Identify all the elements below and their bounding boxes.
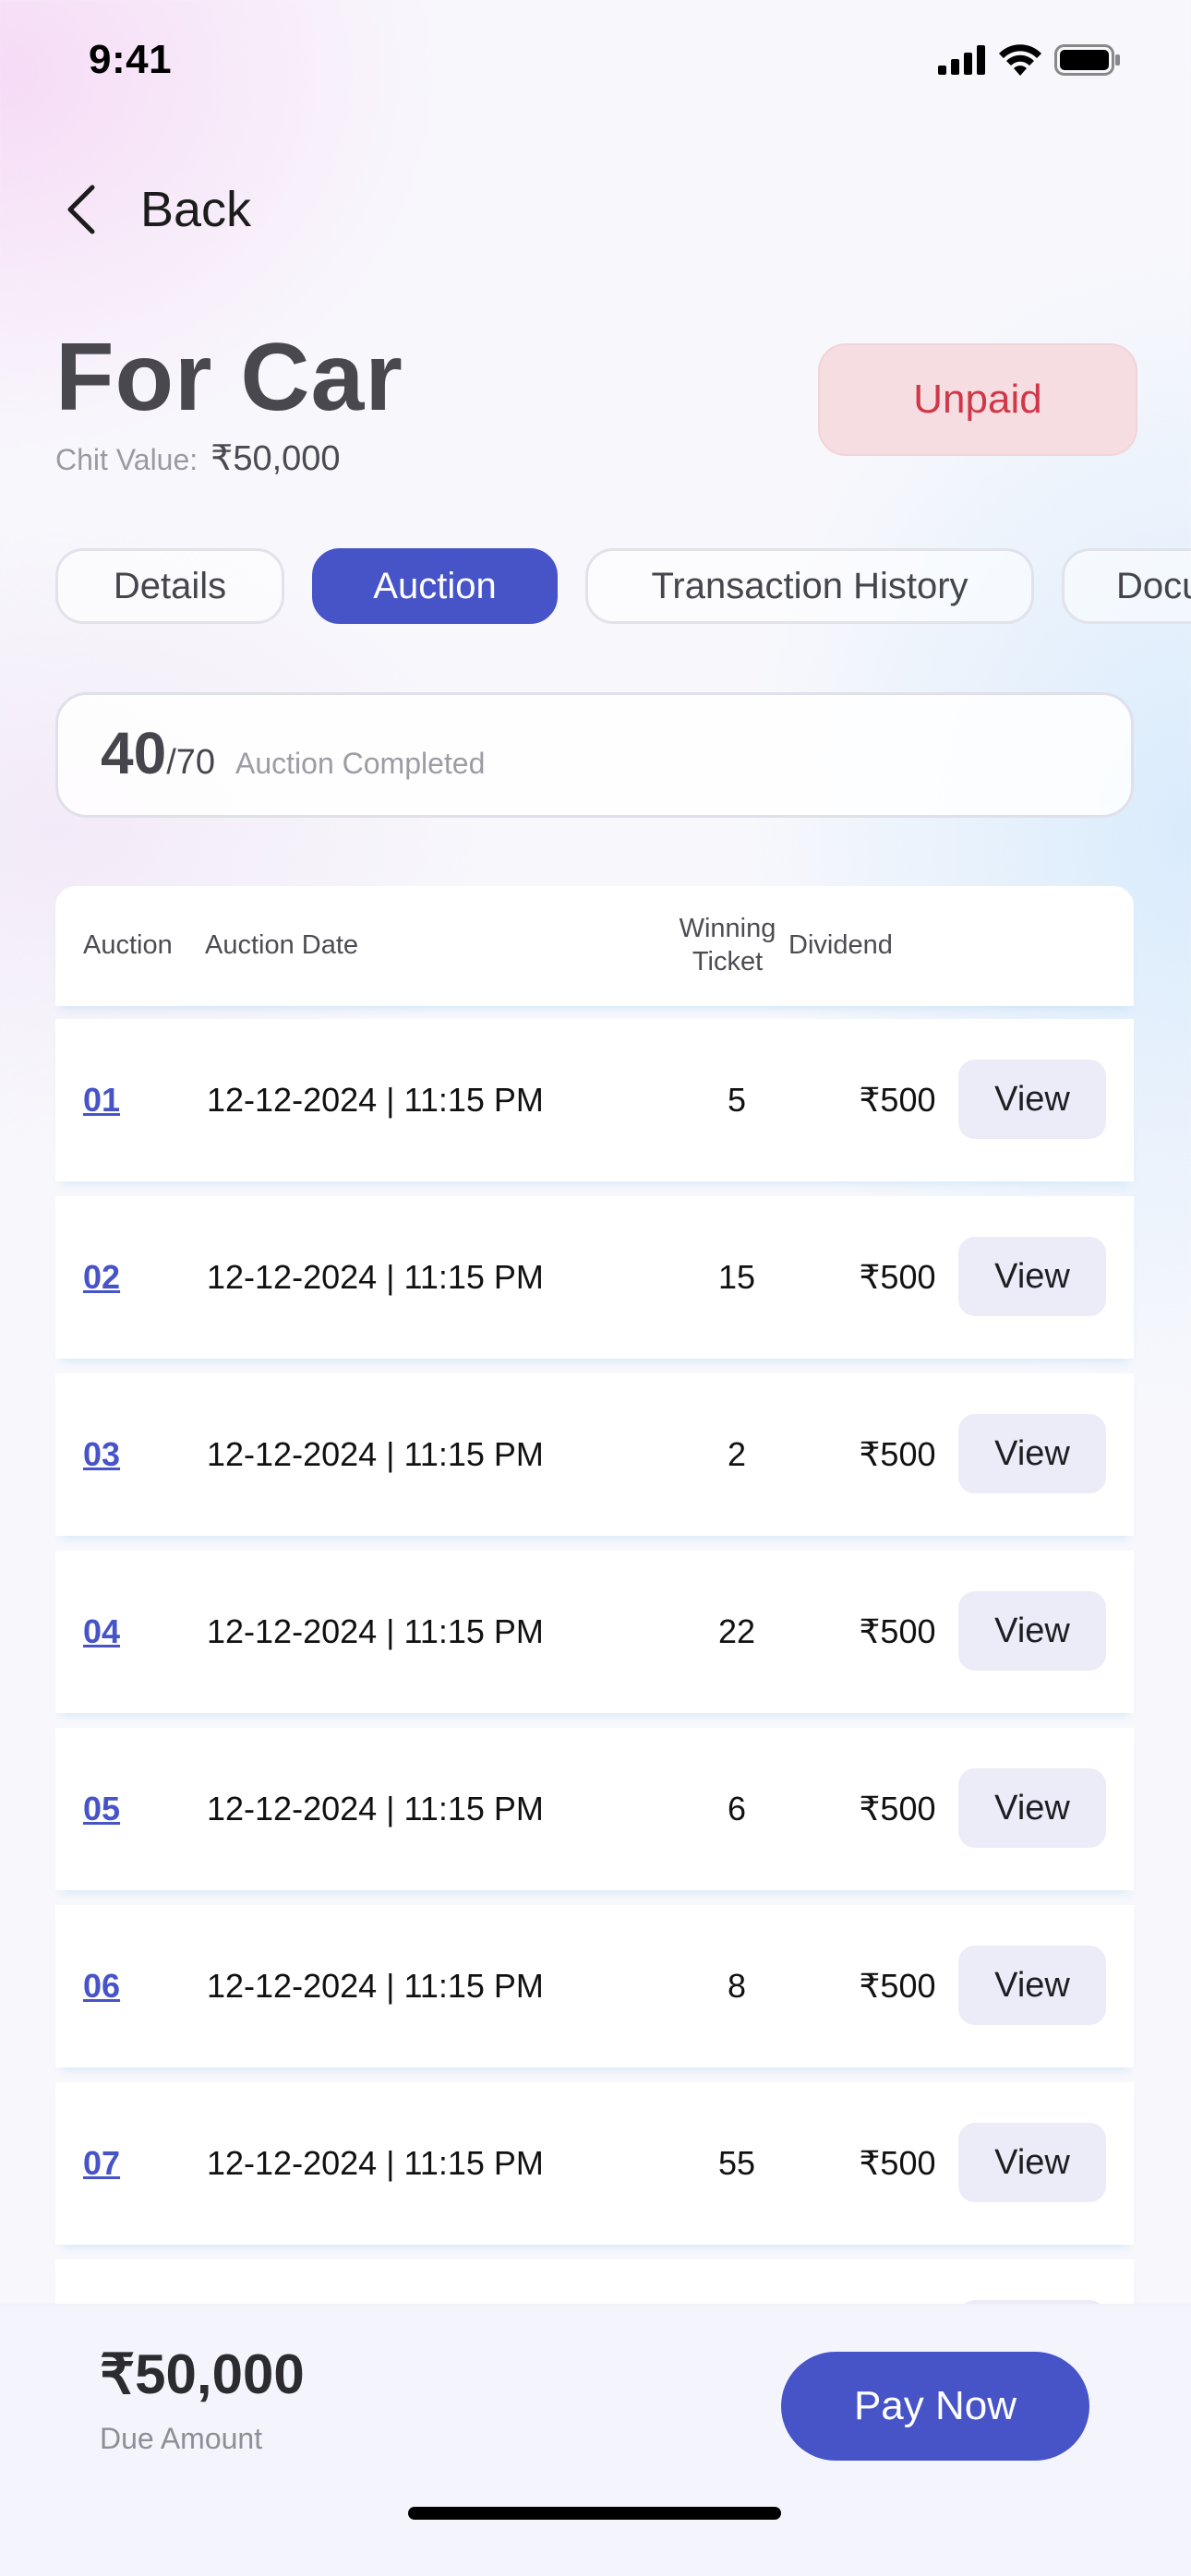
table-row: 06 12-12-2024 | 11:15 PM 8 ₹500 View <box>55 1905 1134 2067</box>
auction-number-link[interactable]: 02 <box>83 1196 120 1359</box>
chit-value: ₹50,000 <box>211 439 341 478</box>
status-time: 9:41 <box>89 37 173 82</box>
auction-number-link[interactable]: 07 <box>83 2082 120 2245</box>
due-amount-label: Due Amount <box>100 2422 263 2455</box>
auctions-completed-count: 40 <box>101 720 167 786</box>
tab-transaction-history[interactable]: Transaction History <box>585 548 1034 624</box>
header-auction: Auction <box>83 930 173 960</box>
auction-number-link[interactable]: 05 <box>83 1728 120 1890</box>
table-row: 07 12-12-2024 | 11:15 PM 55 ₹500 View <box>55 2082 1134 2245</box>
table-row: 04 12-12-2024 | 11:15 PM 22 ₹500 View <box>55 1551 1134 1713</box>
signal-icon <box>938 45 985 75</box>
auction-date: 12-12-2024 | 11:15 PM <box>207 1967 544 2005</box>
auction-date: 12-12-2024 | 11:15 PM <box>207 1612 544 1650</box>
wifi-icon <box>999 44 1041 76</box>
status-badge: Unpaid <box>818 343 1137 456</box>
auction-number-link[interactable]: 06 <box>83 1905 120 2067</box>
auction-date: 12-12-2024 | 11:15 PM <box>207 1081 544 1119</box>
tab-documents[interactable]: Documents <box>1062 548 1191 624</box>
auctions-total-count: /70 <box>166 743 216 782</box>
auction-number-link[interactable]: 04 <box>83 1551 120 1713</box>
pay-now-button[interactable]: Pay Now <box>781 2352 1089 2461</box>
header-auction-date: Auction Date <box>205 930 359 960</box>
view-button[interactable]: View <box>958 1591 1106 1671</box>
auction-progress-card: 40 /70 Auction Completed <box>55 692 1134 818</box>
table-row: 01 12-12-2024 | 11:15 PM 5 ₹500 View <box>55 1019 1134 1181</box>
auction-date: 12-12-2024 | 11:15 PM <box>207 1258 544 1296</box>
auction-date: 12-12-2024 | 11:15 PM <box>207 1790 544 1827</box>
table-row: 03 12-12-2024 | 11:15 PM 2 ₹500 View <box>55 1373 1134 1536</box>
table-row: 05 12-12-2024 | 11:15 PM 6 ₹500 View <box>55 1728 1134 1890</box>
back-button[interactable]: Back <box>65 181 251 238</box>
view-button[interactable]: View <box>958 1946 1106 2025</box>
tab-bar: Details Auction Transaction History Docu… <box>55 548 1191 624</box>
back-label: Back <box>140 182 252 237</box>
battery-icon <box>1054 44 1120 76</box>
view-button[interactable]: View <box>958 1768 1106 1848</box>
chit-value-row: Chit Value: ₹50,000 <box>55 437 341 479</box>
tab-documents-label: Documents <box>1116 565 1191 606</box>
auction-number-link[interactable]: 03 <box>83 1373 120 1536</box>
home-indicator <box>408 2507 781 2520</box>
header-dividend: Dividend <box>788 930 893 960</box>
tab-auction[interactable]: Auction <box>312 548 558 624</box>
due-amount: ₹50,000 <box>100 2343 305 2405</box>
chevron-left-icon <box>67 185 95 234</box>
chit-value-label: Chit Value: <box>55 443 198 476</box>
auction-progress-label: Auction Completed <box>235 747 486 780</box>
view-button[interactable]: View <box>958 1237 1106 1316</box>
view-button[interactable]: View <box>958 1414 1106 1493</box>
page-title: For Car <box>55 324 403 431</box>
tab-details[interactable]: Details <box>55 548 284 624</box>
status-icons <box>938 44 1121 76</box>
table-header: Auction Auction Date Winning Ticket Divi… <box>55 886 1134 1006</box>
table-row: 02 12-12-2024 | 11:15 PM 15 ₹500 View <box>55 1196 1134 1359</box>
view-button[interactable]: View <box>958 1060 1106 1139</box>
auction-date: 12-12-2024 | 11:15 PM <box>207 1435 544 1473</box>
auction-date: 12-12-2024 | 11:15 PM <box>207 2144 544 2182</box>
auction-number-link[interactable]: 01 <box>83 1019 120 1181</box>
view-button[interactable]: View <box>958 2123 1106 2202</box>
